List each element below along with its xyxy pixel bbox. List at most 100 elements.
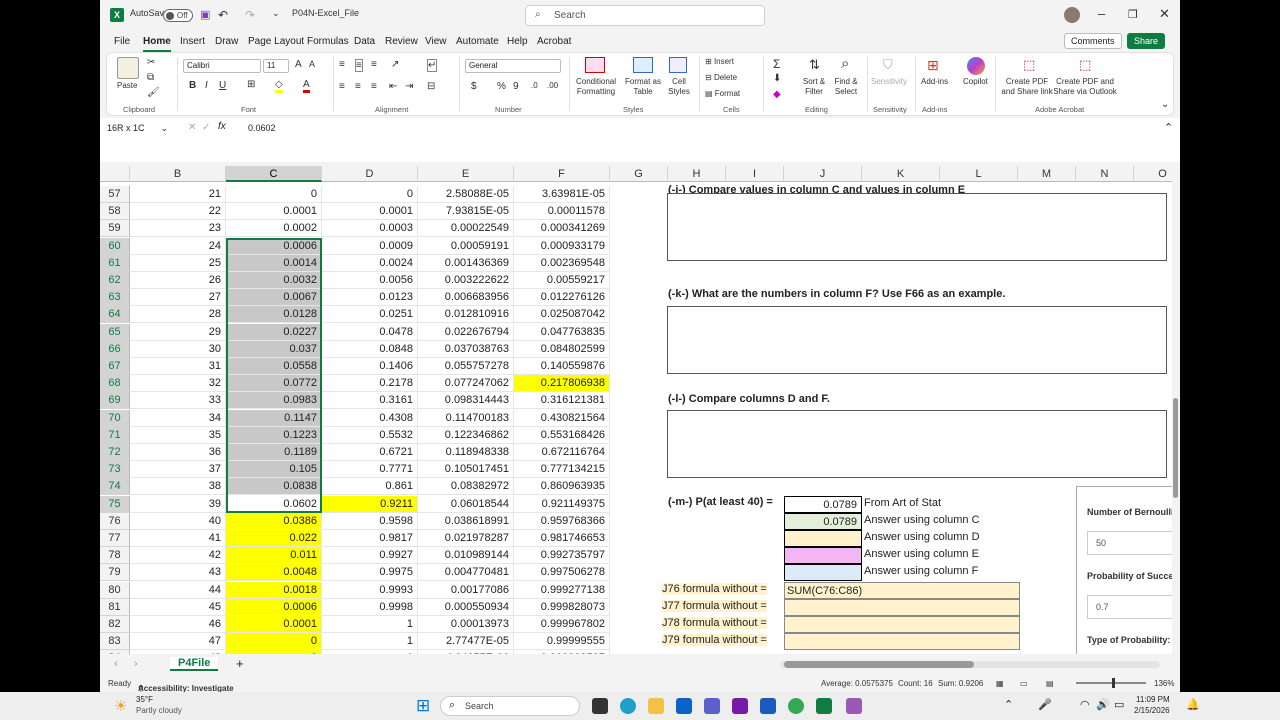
formula-row-input[interactable] xyxy=(784,633,1020,651)
table-cell[interactable]: 0.99999555 xyxy=(514,633,610,651)
answer-value-cell[interactable] xyxy=(784,564,862,582)
table-cell[interactable]: 0.0048 xyxy=(226,564,322,582)
tray-chevron-icon[interactable]: ⌃ xyxy=(1004,698,1013,711)
column-header[interactable]: L xyxy=(940,166,1018,182)
copy-icon[interactable]: ⧉ xyxy=(147,72,154,83)
table-cell[interactable]: 0.3161 xyxy=(322,392,418,410)
table-cell[interactable]: 0.022676794 xyxy=(418,323,514,341)
insert-function-icon[interactable]: fx xyxy=(218,121,226,132)
row-header[interactable]: 68 xyxy=(100,375,130,393)
table-cell[interactable]: 42 xyxy=(130,547,226,565)
table-cell[interactable]: 0.001436369 xyxy=(418,254,514,272)
table-cell[interactable]: 22 xyxy=(130,203,226,221)
table-cell[interactable]: 0.0006 xyxy=(226,598,322,616)
answer-value-cell[interactable] xyxy=(784,530,862,547)
task-view-icon[interactable] xyxy=(592,698,608,714)
table-cell[interactable]: 0.084802599 xyxy=(514,340,610,358)
table-cell[interactable]: 0.860963935 xyxy=(514,478,610,496)
column-header[interactable]: G xyxy=(610,166,668,182)
table-cell[interactable]: 38 xyxy=(130,478,226,496)
row-header[interactable]: 74 xyxy=(100,478,130,496)
table-cell[interactable]: 0.316121381 xyxy=(514,392,610,410)
cut-icon[interactable]: ✂ xyxy=(147,57,155,68)
zoom-slider[interactable] xyxy=(1076,678,1146,688)
table-cell[interactable]: 0.105 xyxy=(226,461,322,479)
table-cell[interactable]: 0.0002 xyxy=(226,220,322,238)
table-cell[interactable]: 0.672116764 xyxy=(514,444,610,461)
tab-data[interactable]: Data xyxy=(354,36,375,47)
next-sheet-icon[interactable]: › xyxy=(134,658,138,670)
row-header[interactable]: 83 xyxy=(100,633,130,651)
comma-icon[interactable]: 9 xyxy=(513,81,519,92)
conditional-formatting-icon[interactable] xyxy=(585,57,605,73)
create-pdf-share-link-button[interactable]: Create PDF and Share link xyxy=(999,77,1055,97)
decrease-decimal-icon[interactable]: .00 xyxy=(547,81,558,90)
app-icon[interactable] xyxy=(846,698,862,714)
table-cell[interactable]: 0.1406 xyxy=(322,358,418,375)
table-cell[interactable]: 0.9817 xyxy=(322,530,418,547)
row-header[interactable]: 77 xyxy=(100,530,130,547)
decrease-indent-icon[interactable]: ⇤ xyxy=(389,81,397,92)
table-cell[interactable]: 0.022 xyxy=(226,530,322,547)
table-cell[interactable]: 0.1223 xyxy=(226,426,322,444)
format-painter-icon[interactable]: 🖌 xyxy=(147,87,160,98)
table-cell[interactable]: 0.0123 xyxy=(322,289,418,307)
format-as-table-button[interactable]: Format as Table xyxy=(621,77,665,97)
font-name-select[interactable]: Calibri xyxy=(183,59,261,73)
copilot-button[interactable]: Copilot xyxy=(963,77,988,87)
avatar[interactable] xyxy=(1064,7,1080,23)
edge-icon[interactable] xyxy=(620,698,636,714)
table-cell[interactable]: 0.959768366 xyxy=(514,512,610,530)
row-header[interactable]: 79 xyxy=(100,564,130,582)
table-cell[interactable]: 0.777134215 xyxy=(514,461,610,479)
table-cell[interactable]: 0.08382972 xyxy=(418,478,514,496)
collapse-ribbon-icon[interactable]: ⌄ xyxy=(1161,99,1169,110)
underline-icon[interactable]: U xyxy=(219,80,226,91)
table-cell[interactable]: 29 xyxy=(130,323,226,341)
table-cell[interactable]: 0.012810916 xyxy=(418,306,514,324)
table-cell[interactable]: 0.118948338 xyxy=(418,444,514,461)
table-cell[interactable]: 40 xyxy=(130,512,226,530)
table-cell[interactable]: 0 xyxy=(322,186,418,203)
row-header[interactable]: 73 xyxy=(100,461,130,479)
paste-icon[interactable] xyxy=(117,57,139,79)
row-header[interactable]: 60 xyxy=(100,237,130,255)
teams-icon[interactable] xyxy=(704,698,720,714)
restore-icon[interactable]: ❐ xyxy=(1128,8,1138,21)
column-header[interactable]: M xyxy=(1018,166,1076,182)
table-cell[interactable]: 0.0001 xyxy=(226,616,322,633)
table-cell[interactable]: 21 xyxy=(130,186,226,203)
row-header[interactable]: 72 xyxy=(100,444,130,461)
column-header[interactable]: N xyxy=(1076,166,1134,182)
table-cell[interactable]: 0.114700183 xyxy=(418,409,514,427)
row-header[interactable]: 62 xyxy=(100,272,130,289)
table-cell[interactable]: 24 xyxy=(130,237,226,255)
table-cell[interactable]: 31 xyxy=(130,358,226,375)
merge-icon[interactable]: ⊟ xyxy=(427,81,435,92)
table-cell[interactable]: 43 xyxy=(130,564,226,582)
clock-date[interactable]: 2/15/2026 xyxy=(1134,706,1170,715)
sort-filter-icon[interactable]: ⇅ xyxy=(809,57,820,73)
table-cell[interactable]: 0.0067 xyxy=(226,289,322,307)
page-layout-view-icon[interactable]: ▭ xyxy=(1020,679,1028,688)
table-cell[interactable]: 0.9993 xyxy=(322,581,418,599)
table-cell[interactable]: 0.0056 xyxy=(322,272,418,289)
table-cell[interactable]: 0.997506278 xyxy=(514,564,610,582)
taskbar-search[interactable]: ⌕ Search xyxy=(440,696,580,716)
battery-icon[interactable]: ▭ xyxy=(1114,698,1124,711)
tab-acrobat[interactable]: Acrobat xyxy=(537,36,571,47)
table-cell[interactable]: 0.077247062 xyxy=(418,375,514,393)
tab-file[interactable]: File xyxy=(114,36,130,47)
file-explorer-icon[interactable] xyxy=(648,698,664,714)
table-cell[interactable]: 0.105017451 xyxy=(418,461,514,479)
horizontal-scroll-thumb[interactable] xyxy=(784,661,974,668)
table-cell[interactable]: 0.0602 xyxy=(226,495,322,513)
font-color-icon[interactable]: A xyxy=(303,79,310,93)
column-header[interactable]: O xyxy=(1134,166,1172,182)
row-header[interactable]: 61 xyxy=(100,254,130,272)
align-left-icon[interactable]: ≡ xyxy=(339,81,345,92)
table-cell[interactable]: 0.9998 xyxy=(322,598,418,616)
minimize-icon[interactable]: – xyxy=(1098,6,1105,21)
table-cell[interactable]: 3.63981E-05 xyxy=(514,186,610,203)
cell-styles-button[interactable]: Cell Styles xyxy=(663,77,695,97)
